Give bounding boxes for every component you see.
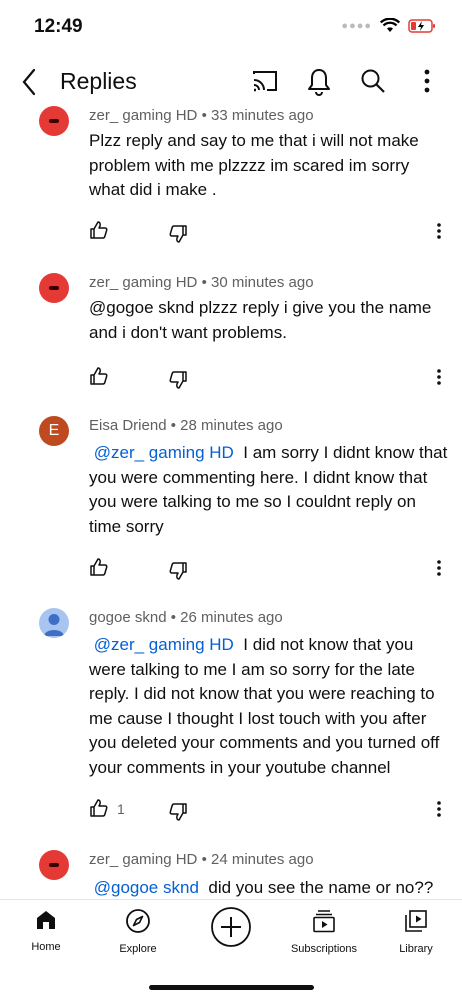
dislike-icon[interactable] [168, 802, 188, 822]
comment-meta: Eisa Driend • 28 minutes ago [89, 417, 283, 434]
nav-label-library: Library [399, 943, 433, 955]
comment-more-icon[interactable] [435, 222, 443, 240]
comment-author[interactable]: zer_ gaming HD [89, 107, 197, 124]
like-icon[interactable] [89, 798, 109, 818]
comment-actions: 1 [89, 798, 449, 822]
comment-actions [89, 366, 449, 390]
comment-text: Plzz reply and say to me that i will not… [89, 131, 419, 199]
comment-text: @zer_ gaming HD I am sorry I didnt know … [89, 443, 448, 536]
comment-meta: gogoe sknd • 26 minutes ago [89, 609, 283, 626]
bottom-nav: Home Explore Subscriptions Library [0, 899, 462, 970]
comment-actions [89, 220, 449, 244]
avatar[interactable] [39, 608, 69, 638]
replies-list[interactable]: zer_ gaming HD • 33 minutes ago Plzz rep… [0, 106, 462, 899]
comment-author[interactable]: zer_ gaming HD [89, 274, 197, 291]
mention-link[interactable]: @gogoe sknd [94, 878, 199, 897]
comment-time: • 24 minutes ago [201, 851, 314, 868]
comment-author[interactable]: Eisa Driend [89, 417, 167, 434]
comment-time: • 28 minutes ago [170, 417, 283, 434]
comment-meta: zer_ gaming HD • 24 minutes ago [89, 851, 314, 868]
comment-more-icon[interactable] [435, 368, 443, 386]
dislike-icon[interactable] [168, 561, 188, 581]
subscriptions-icon [313, 910, 335, 933]
library-icon [405, 910, 427, 932]
cast-icon[interactable] [250, 66, 280, 96]
home-icon [37, 911, 55, 929]
search-icon[interactable] [358, 66, 388, 96]
avatar[interactable]: E [39, 416, 69, 446]
nav-library[interactable]: Library [397, 908, 435, 955]
comment-time: • 26 minutes ago [170, 609, 283, 626]
nav-label-explore: Explore [119, 943, 157, 955]
create-icon [211, 907, 251, 947]
dislike-icon[interactable] [168, 224, 188, 244]
status-bar: 12:49 ●●●● [0, 0, 462, 52]
nav-home[interactable]: Home [28, 908, 64, 953]
signal-icon: ●●●● [341, 19, 372, 32]
nav-explore[interactable]: Explore [113, 908, 163, 955]
wifi-icon [380, 18, 400, 32]
like-icon[interactable] [89, 220, 109, 240]
avatar[interactable] [39, 106, 69, 136]
mention-link[interactable]: @zer_ gaming HD [94, 635, 234, 654]
comment-text: @zer_ gaming HD I did not know that you … [89, 635, 440, 777]
default-user-icon [44, 614, 64, 636]
comment-actions [89, 557, 449, 581]
game-logo-icon [49, 119, 59, 123]
like-count: 1 [117, 801, 125, 817]
mention-link[interactable]: @zer_ gaming HD [94, 443, 234, 462]
comment-text: @gogoe sknd plzzz reply i give you the n… [89, 298, 432, 342]
status-time: 12:49 [34, 16, 83, 37]
comment-author[interactable]: gogoe sknd [89, 609, 167, 626]
nav-label-home: Home [31, 941, 61, 953]
comment-author[interactable]: zer_ gaming HD [89, 851, 197, 868]
comment-meta: zer_ gaming HD • 30 minutes ago [89, 274, 314, 291]
game-logo-icon [49, 286, 59, 290]
nav-label-subscriptions: Subscriptions [290, 943, 358, 955]
dislike-icon[interactable] [168, 370, 188, 390]
comment-time: • 33 minutes ago [201, 107, 314, 124]
notifications-bell-icon[interactable] [304, 66, 334, 96]
compass-icon [126, 909, 150, 933]
like-icon[interactable] [89, 557, 109, 577]
more-options-icon[interactable] [412, 66, 442, 96]
nav-create[interactable] [209, 906, 253, 953]
battery-icon [408, 18, 435, 33]
game-logo-icon [49, 863, 59, 867]
comment-time: • 30 minutes ago [201, 274, 314, 291]
home-indicator [149, 985, 314, 990]
status-icons: ●●●● [341, 18, 436, 33]
back-arrow-icon[interactable] [16, 66, 44, 98]
comment-more-icon[interactable] [435, 559, 443, 577]
page-title: Replies [60, 68, 137, 94]
app-header: Replies [0, 58, 462, 106]
comment-meta: zer_ gaming HD • 33 minutes ago [89, 107, 314, 124]
comment-text: @gogoe sknd did you see the name or no?? [93, 878, 434, 897]
like-icon[interactable] [89, 366, 109, 386]
avatar[interactable] [39, 850, 69, 880]
comment-more-icon[interactable] [435, 800, 443, 818]
avatar-letter: E [48, 422, 60, 439]
nav-subscriptions[interactable]: Subscriptions [288, 908, 360, 955]
avatar[interactable] [39, 273, 69, 303]
